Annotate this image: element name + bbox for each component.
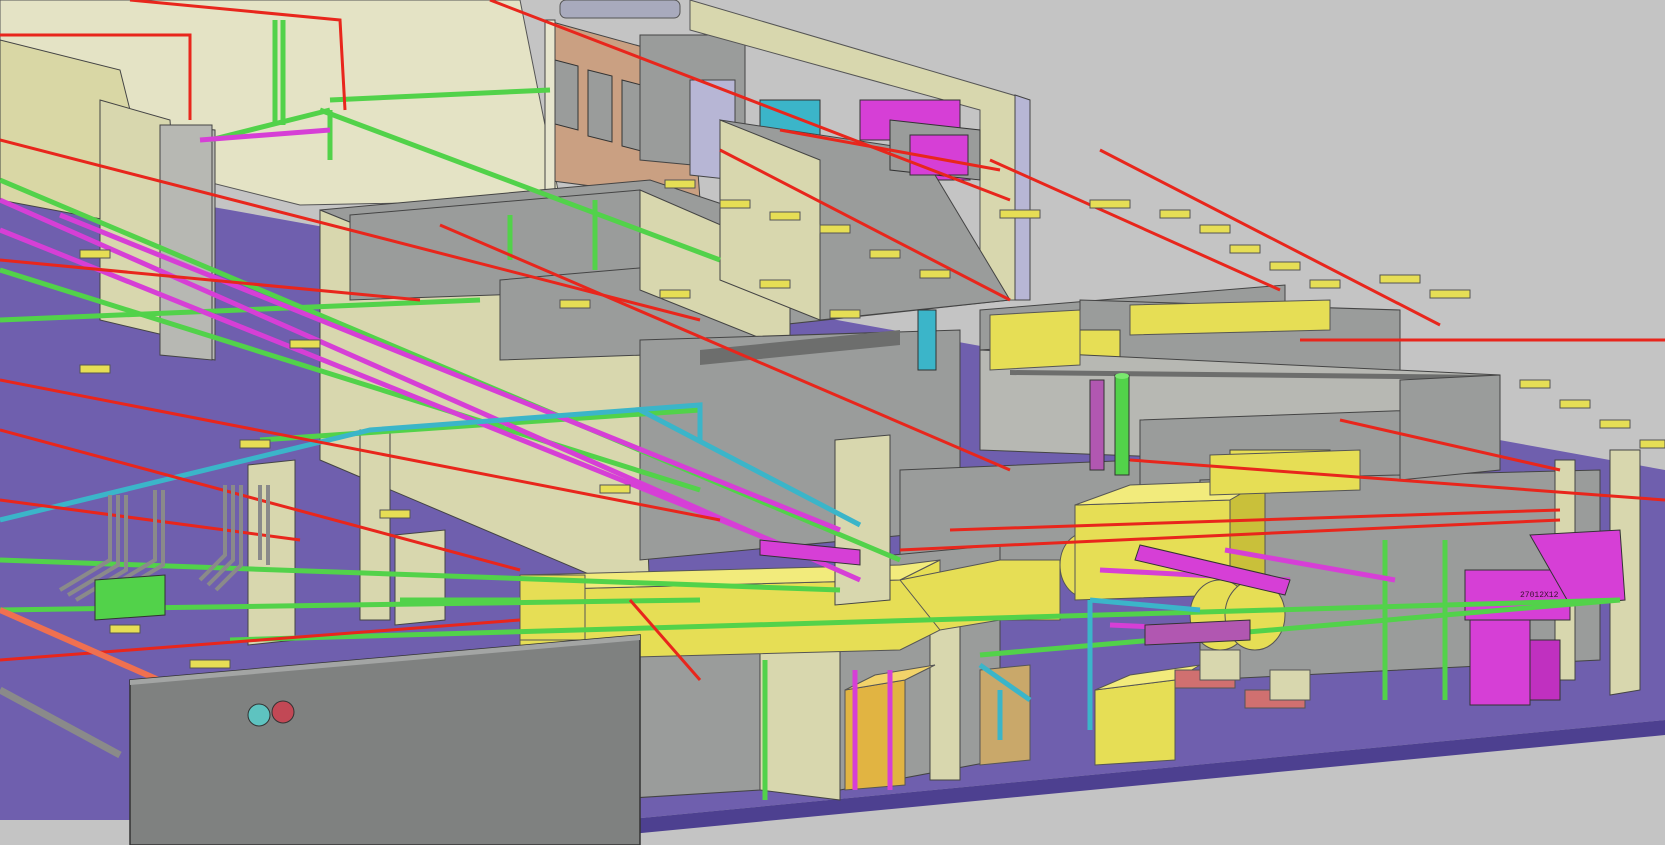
green-equipment-box	[94, 574, 166, 621]
chilled-water-riser	[917, 309, 937, 371]
bim-3d-scene[interactable]: 27012X12	[0, 0, 1665, 845]
room-block-center	[719, 119, 1011, 321]
model-viewport[interactable]: 27012X12	[0, 0, 1665, 845]
equipment-tag-label: 27012X12	[1520, 591, 1559, 600]
